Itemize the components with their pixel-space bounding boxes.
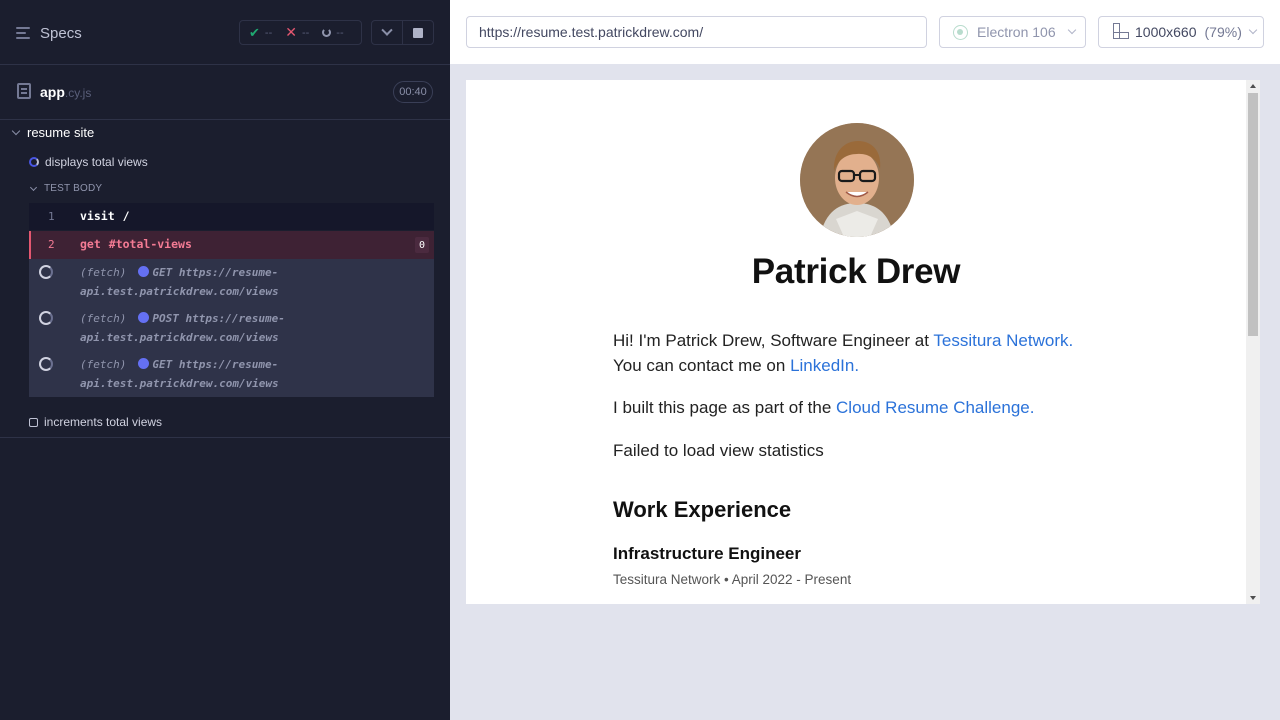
specs-button[interactable]: Specs <box>16 22 82 44</box>
job-title: Infrastructure Engineer <box>613 544 801 563</box>
x-icon: ✕ <box>285 24 297 40</box>
expand-toggle-button[interactable] <box>372 21 402 44</box>
reporter-header: Specs ✔ -- ✕ -- -- <box>0 0 450 65</box>
zoom-level: (79%) <box>1204 24 1242 40</box>
failed-stat: ✕ -- <box>285 24 309 41</box>
chevron-down-icon <box>1067 25 1076 35</box>
fetch-status-dot-icon <box>138 358 150 369</box>
fetch-status-dot-icon <box>138 312 150 323</box>
test-title: displays total views <box>45 155 148 169</box>
tessitura-link[interactable]: Tessitura Network. <box>933 331 1073 350</box>
cloud-resume-link[interactable]: Cloud Resume Challenge. <box>836 398 1034 417</box>
command-visit[interactable]: 1 visit / <box>29 203 434 230</box>
test-title: increments total views <box>44 415 163 429</box>
pending-stat: -- <box>322 26 344 39</box>
failed-count: -- <box>301 26 310 39</box>
stop-icon <box>413 27 424 38</box>
spec-file-row[interactable]: app.cy.js 00:40 <box>0 66 450 120</box>
test-body-label: TEST BODY <box>44 183 103 194</box>
spec-duration: 00:40 <box>393 81 433 103</box>
stop-button[interactable] <box>402 21 433 44</box>
chevron-down-icon <box>29 183 38 191</box>
specs-label: Specs <box>40 24 82 42</box>
passed-count: -- <box>264 26 273 39</box>
aut-scrollbar[interactable] <box>1246 80 1260 604</box>
pending-icon <box>322 28 332 37</box>
pending-spinner-icon <box>39 265 53 279</box>
app-under-test-frame: Patrick Drew Hi! I'm Patrick Drew, Softw… <box>466 80 1246 604</box>
fetch-row[interactable]: (fetch) POST https://resume- api.test.pat… <box>29 305 434 351</box>
running-spinner-icon <box>29 157 39 167</box>
test-body-toggle[interactable]: TEST BODY <box>29 183 103 194</box>
chevron-down-icon <box>1248 25 1258 35</box>
fetch-row[interactable]: (fetch) GET https://resume- api.test.patr… <box>29 351 434 397</box>
command-get[interactable]: 2 get #total-views 0 <box>29 231 434 259</box>
profile-photo <box>800 123 914 237</box>
fetch-list: (fetch) GET https://resume- api.test.patr… <box>29 259 434 397</box>
section-heading: Work Experience <box>613 497 792 522</box>
browser-selector[interactable]: Electron 106 <box>939 16 1086 48</box>
viewport-info[interactable]: 1000x660 (79%) <box>1098 16 1264 48</box>
intro-paragraph: Hi! I'm Patrick Drew, Software Engineer … <box>613 331 1074 375</box>
element-count-badge: 0 <box>415 237 429 253</box>
file-icon <box>17 83 31 99</box>
scroll-up-icon[interactable] <box>1250 84 1256 88</box>
viewport-size: 1000x660 <box>1135 24 1197 40</box>
ruler-icon <box>1113 23 1129 39</box>
specs-list-icon <box>16 27 31 39</box>
test-pending[interactable]: increments total views <box>29 415 162 429</box>
suite-title[interactable]: resume site <box>11 125 95 140</box>
challenge-paragraph: I built this page as part of the Cloud R… <box>613 398 1035 417</box>
scroll-down-icon[interactable] <box>1250 596 1256 600</box>
chevron-down-icon <box>11 126 21 136</box>
divider <box>0 437 450 438</box>
suite-label: resume site <box>27 125 95 140</box>
check-icon: ✔ <box>249 24 260 40</box>
pending-spinner-icon <box>39 311 53 325</box>
url-bar[interactable]: https://resume.test.patrickdrew.com/ <box>466 16 927 48</box>
reporter-panel: Specs ✔ -- ✕ -- -- app.cy.js 00:40 resum… <box>0 0 450 720</box>
spec-name: app.cy.js <box>40 84 92 100</box>
command-number: 1 <box>48 210 55 223</box>
test-running[interactable]: displays total views <box>29 155 148 169</box>
command-number: 2 <box>48 238 55 251</box>
aut-header: https://resume.test.patrickdrew.com/ Ele… <box>450 0 1280 64</box>
view-statistics: Failed to load view statistics <box>613 441 824 460</box>
run-controls <box>371 20 434 45</box>
stats-bar: ✔ -- ✕ -- -- <box>239 20 362 45</box>
command-name: get #total-views <box>80 237 192 251</box>
page-title: Patrick Drew <box>751 252 961 291</box>
fetch-row[interactable]: (fetch) GET https://resume- api.test.patr… <box>29 259 434 305</box>
pending-test-icon <box>29 417 38 427</box>
scrollbar-thumb[interactable] <box>1248 93 1258 336</box>
command-name: visit / <box>80 209 130 223</box>
fetch-status-dot-icon <box>138 266 150 277</box>
electron-icon <box>953 24 968 40</box>
linkedin-link[interactable]: LinkedIn. <box>790 356 859 375</box>
job-meta: Tessitura Network • April 2022 - Present <box>613 572 852 587</box>
pending-spinner-icon <box>39 357 53 371</box>
passed-stat: ✔ -- <box>249 25 272 41</box>
browser-label: Electron 106 <box>977 24 1056 40</box>
pending-count: -- <box>336 26 344 39</box>
chevron-down-icon <box>381 24 393 36</box>
